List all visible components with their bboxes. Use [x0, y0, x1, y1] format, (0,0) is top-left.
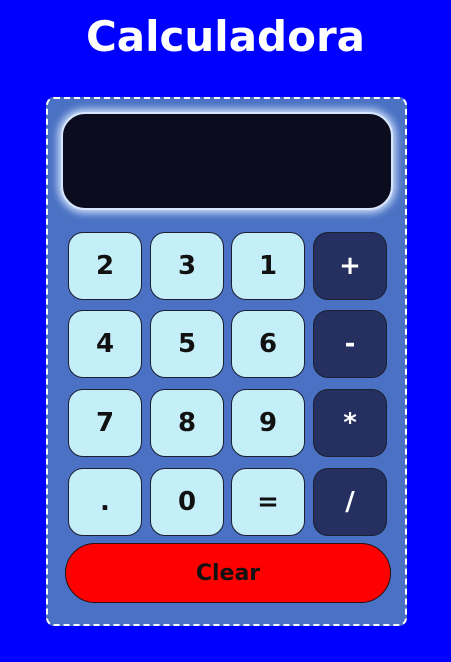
calculator-display — [61, 112, 393, 210]
key-8[interactable]: 8 — [150, 389, 224, 457]
key-0[interactable]: 0 — [150, 468, 224, 536]
key-minus[interactable]: - — [313, 310, 387, 378]
key-6[interactable]: 6 — [231, 310, 305, 378]
key-3[interactable]: 3 — [150, 232, 224, 300]
clear-button[interactable]: Clear — [65, 543, 391, 603]
key-divide[interactable]: / — [313, 468, 387, 536]
key-plus[interactable]: + — [313, 232, 387, 300]
calculator-panel: 2 3 1 + 4 5 6 - 7 8 9 * . 0 = / Clear — [46, 97, 407, 626]
key-equals[interactable]: = — [231, 468, 305, 536]
key-5[interactable]: 5 — [150, 310, 224, 378]
key-multiply[interactable]: * — [313, 389, 387, 457]
key-9[interactable]: 9 — [231, 389, 305, 457]
key-decimal[interactable]: . — [68, 468, 142, 536]
key-2[interactable]: 2 — [68, 232, 142, 300]
page-title: Calculadora — [85, 12, 366, 61]
key-4[interactable]: 4 — [68, 310, 142, 378]
key-1[interactable]: 1 — [231, 232, 305, 300]
key-7[interactable]: 7 — [68, 389, 142, 457]
